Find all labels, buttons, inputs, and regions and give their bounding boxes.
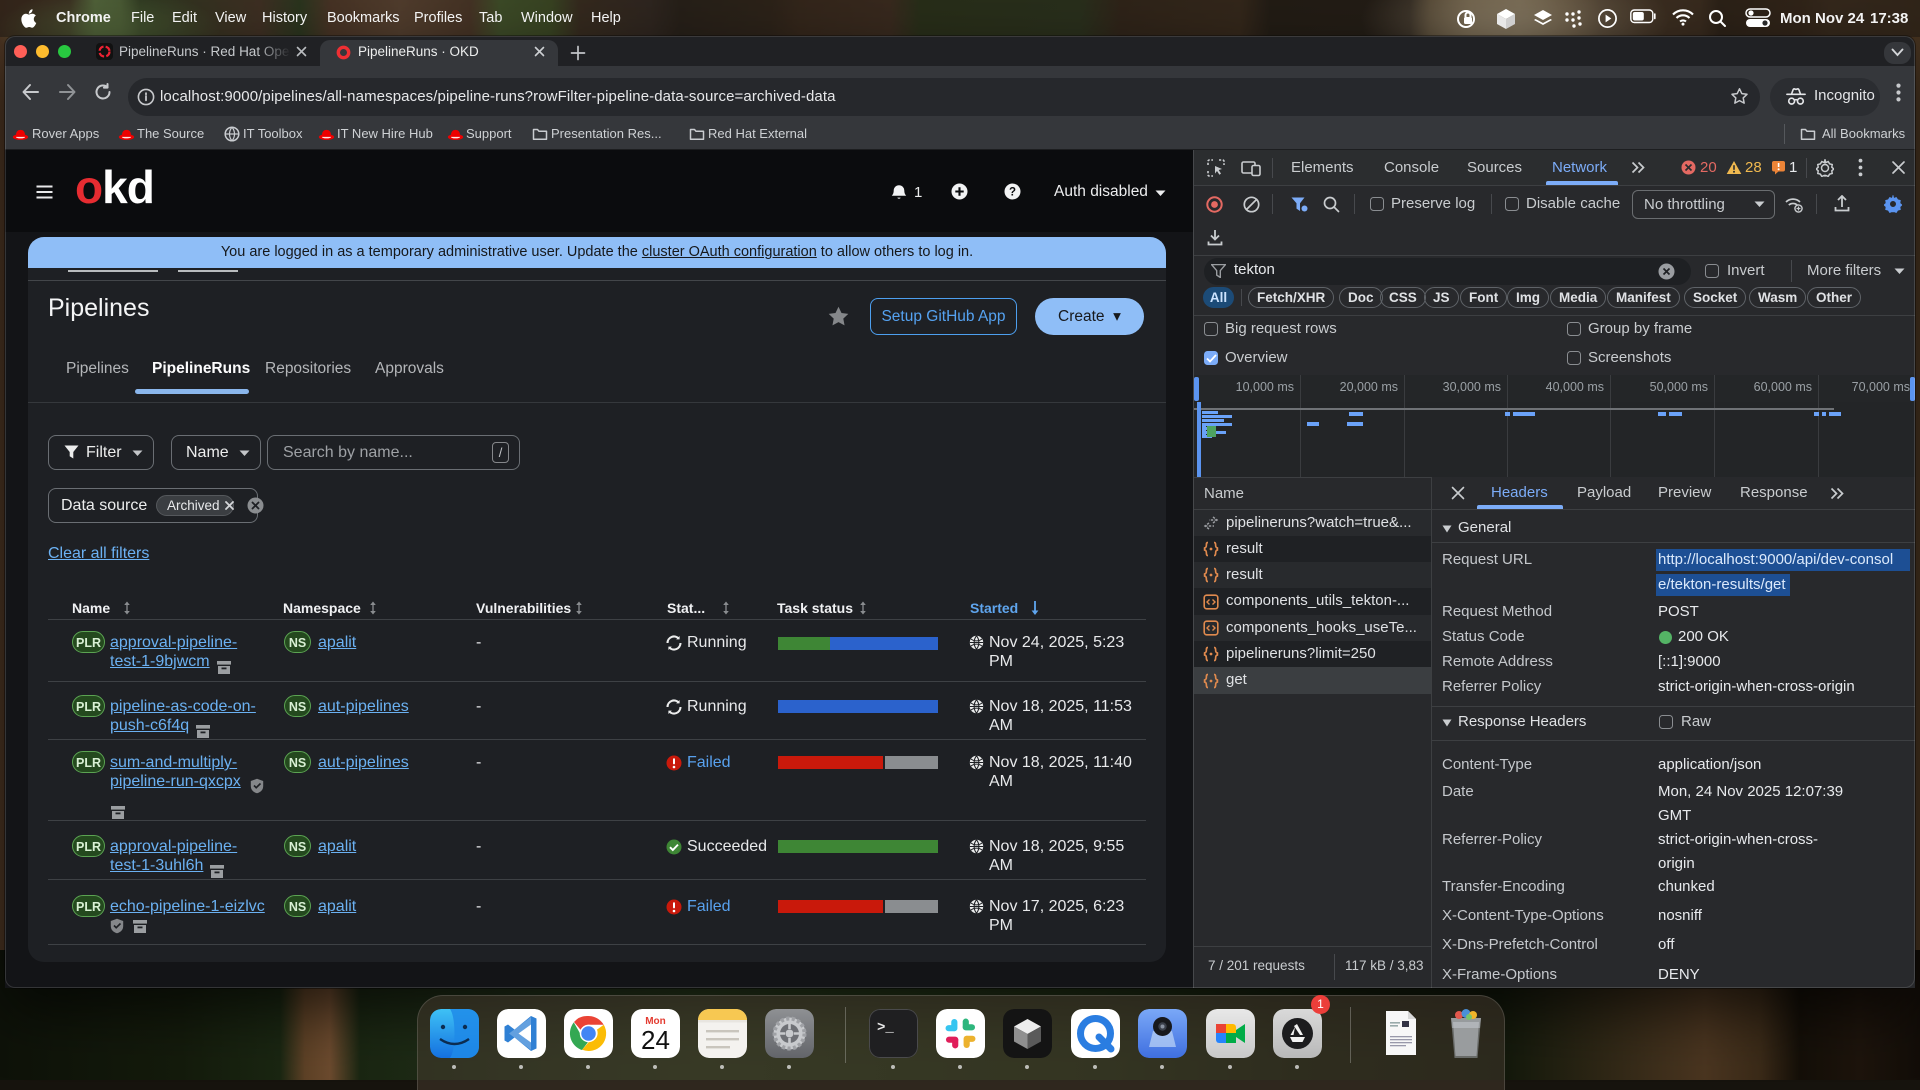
svg-text:?: ? [1009, 187, 1016, 199]
svg-text:>_: >_ [877, 1020, 894, 1036]
svg-text:24: 24 [641, 1025, 670, 1055]
